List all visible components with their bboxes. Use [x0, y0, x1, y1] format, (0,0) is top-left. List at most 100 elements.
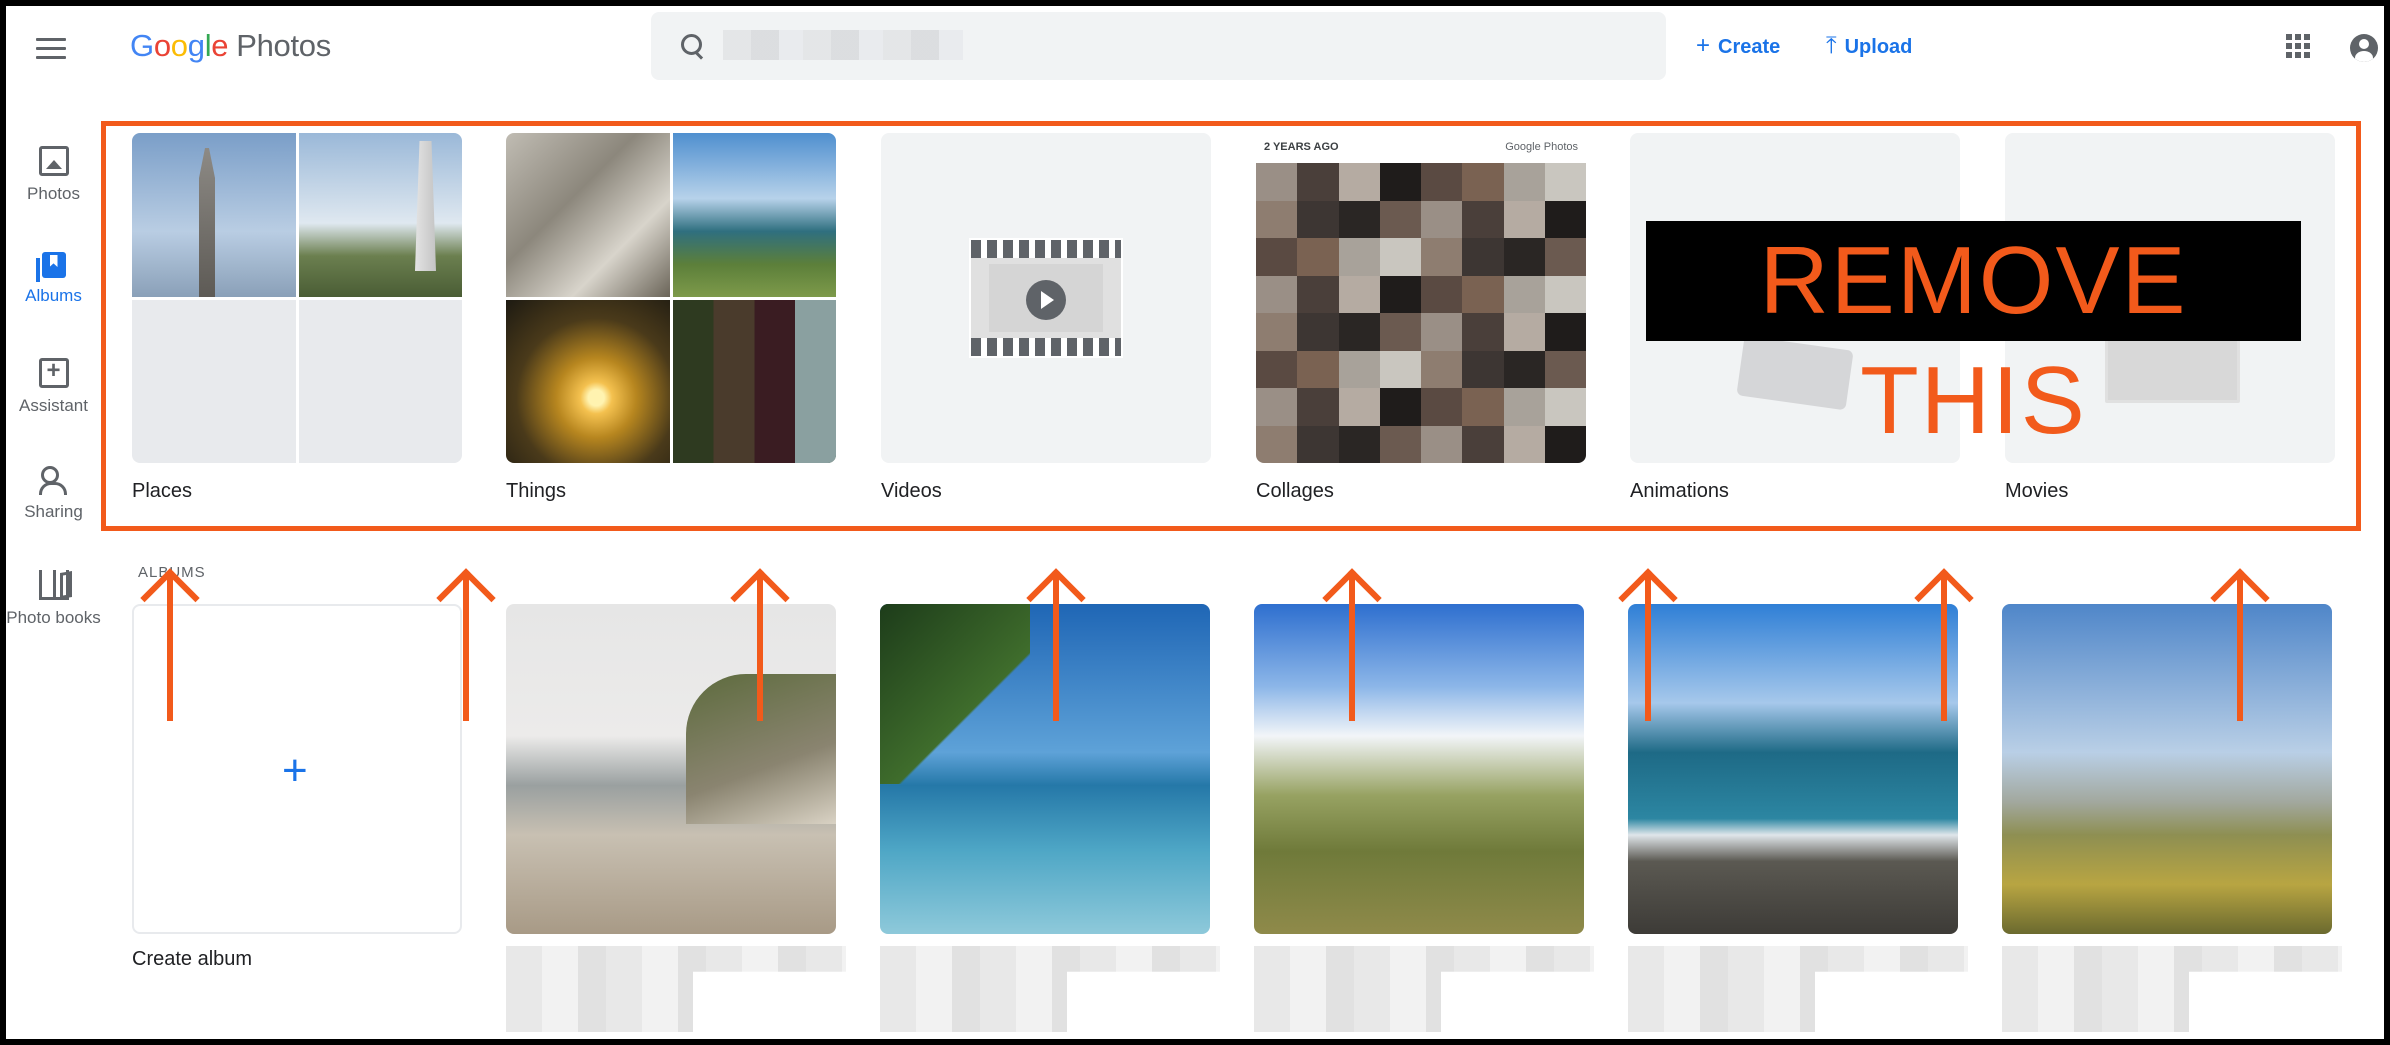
- pixelated-collage: [1256, 163, 1586, 463]
- account-avatar[interactable]: [2350, 34, 2378, 62]
- category-label: Movies: [2005, 480, 2069, 502]
- album-cover[interactable]: [1254, 604, 1584, 934]
- mosaic-cell: [1462, 163, 1504, 201]
- category-places[interactable]: Places: [132, 133, 462, 503]
- category-videos[interactable]: Videos: [881, 133, 1211, 503]
- sidebar-item-label: Sharing: [24, 502, 83, 521]
- search-bar[interactable]: [651, 12, 1666, 80]
- thing-photo-pixelated: [672, 299, 836, 463]
- thing-photo-sunset: [506, 299, 670, 463]
- sidebar-item-albums[interactable]: Albums: [6, 252, 101, 306]
- photos-window: Google Photos + Create ⤒ Upload Photos Albu…: [6, 6, 2384, 1039]
- annotation-arrow: [2210, 571, 2270, 721]
- search-input[interactable]: [723, 24, 1623, 66]
- mosaic-cell: [1544, 200, 1586, 238]
- mosaic-cell: [1462, 350, 1504, 388]
- upload-button[interactable]: ⤒ Upload: [1826, 32, 1912, 60]
- mosaic-cell: [1462, 425, 1504, 463]
- mosaic-cell: [1503, 388, 1545, 426]
- mosaic-cell: [1297, 238, 1339, 276]
- sidebar-item-label: Albums: [25, 286, 82, 305]
- mosaic-cell: [1544, 238, 1586, 276]
- mosaic-cell: [1462, 313, 1504, 351]
- places-thumbnail[interactable]: [132, 133, 462, 463]
- apps-grid-icon[interactable]: [2286, 34, 2310, 58]
- album-card[interactable]: [2002, 604, 2342, 1032]
- things-thumbnail[interactable]: [506, 133, 836, 463]
- mosaic-cell: [1379, 350, 1421, 388]
- mosaic-cell: [1421, 313, 1463, 351]
- mosaic-cell: [1544, 275, 1586, 313]
- collage-brand-label: Google Photos: [1505, 141, 1578, 153]
- mosaic-cell: [1544, 313, 1586, 351]
- category-things[interactable]: Things: [506, 133, 836, 503]
- mosaic-cell: [1256, 313, 1298, 351]
- annotation-arrow: [1914, 571, 1974, 721]
- mosaic-cell: [1503, 275, 1545, 313]
- videos-thumbnail[interactable]: [881, 133, 1211, 463]
- main-menu-icon[interactable]: [36, 34, 66, 64]
- blurred-album-title: [2002, 946, 2342, 1032]
- mosaic-cell: [1297, 425, 1339, 463]
- product-name: Photos: [236, 28, 331, 63]
- mosaic-cell: [1421, 200, 1463, 238]
- annotation-arrow: [1026, 571, 1086, 721]
- google-photos-logo[interactable]: Google Photos: [130, 28, 331, 64]
- sharing-icon: [38, 464, 69, 495]
- blurred-album-title: [1628, 946, 1968, 1032]
- mosaic-cell: [1338, 163, 1380, 201]
- category-collages[interactable]: 2 YEARS AGO Google Photos Collages: [1256, 133, 1586, 503]
- mosaic-cell: [1256, 350, 1298, 388]
- sidebar-item-assistant[interactable]: Assistant: [6, 357, 101, 416]
- mosaic-cell: [1462, 275, 1504, 313]
- category-label: Things: [506, 480, 567, 502]
- play-icon: [1026, 280, 1066, 320]
- add-icon: +: [282, 746, 308, 795]
- mosaic-cell: [1338, 238, 1380, 276]
- album-cover[interactable]: [2002, 604, 2332, 934]
- mosaic-cell: [1338, 275, 1380, 313]
- animation-placeholder-icon: [1736, 335, 1854, 411]
- mosaic-cell: [1379, 238, 1421, 276]
- mosaic-cell: [1421, 275, 1463, 313]
- mosaic-cell: [1379, 425, 1421, 463]
- category-label: Places: [132, 480, 193, 502]
- mosaic-cell: [1379, 275, 1421, 313]
- mosaic-cell: [1338, 350, 1380, 388]
- annotation-arrow: [730, 571, 790, 721]
- mosaic-cell: [1297, 350, 1339, 388]
- mosaic-cell: [1544, 425, 1586, 463]
- category-label: Collages: [1256, 480, 1334, 502]
- mosaic-cell: [1256, 425, 1298, 463]
- annotation-arrow: [140, 571, 200, 721]
- search-icon[interactable]: [681, 34, 703, 56]
- sidebar-item-photo-books[interactable]: Photo books: [6, 570, 101, 628]
- sidebar-item-photos[interactable]: Photos: [6, 146, 101, 204]
- mosaic-cell: [1338, 388, 1380, 426]
- blurred-album-title: [1254, 946, 1594, 1032]
- film-reel-icon: [969, 238, 1123, 358]
- sidebar-item-label: Assistant: [19, 396, 88, 415]
- blurred-album-title: [506, 946, 846, 1032]
- collages-thumbnail[interactable]: 2 YEARS AGO Google Photos: [1256, 133, 1586, 463]
- collage-date-label: 2 YEARS AGO: [1264, 141, 1339, 153]
- album-card[interactable]: [1254, 604, 1594, 1032]
- place-photo-tower: [132, 133, 296, 297]
- mosaic-cell: [1421, 388, 1463, 426]
- mosaic-cell: [1503, 313, 1545, 351]
- empty-tile: [298, 299, 462, 463]
- plus-icon: +: [1696, 32, 1711, 59]
- category-label: Animations: [1630, 480, 1729, 502]
- annotation-arrow: [1618, 571, 1678, 721]
- sidebar-item-label: Photo books: [6, 608, 101, 627]
- create-album-label: Create album: [132, 948, 253, 970]
- create-button[interactable]: + Create: [1696, 32, 1780, 60]
- mosaic-cell: [1256, 200, 1298, 238]
- mosaic-cell: [1297, 275, 1339, 313]
- mosaic-cell: [1297, 313, 1339, 351]
- upload-icon: ⤒: [1826, 32, 1837, 59]
- sidebar-item-sharing[interactable]: Sharing: [6, 464, 101, 522]
- mosaic-cell: [1544, 388, 1586, 426]
- blurred-album-title: [880, 946, 1220, 1032]
- mosaic-cell: [1421, 163, 1463, 201]
